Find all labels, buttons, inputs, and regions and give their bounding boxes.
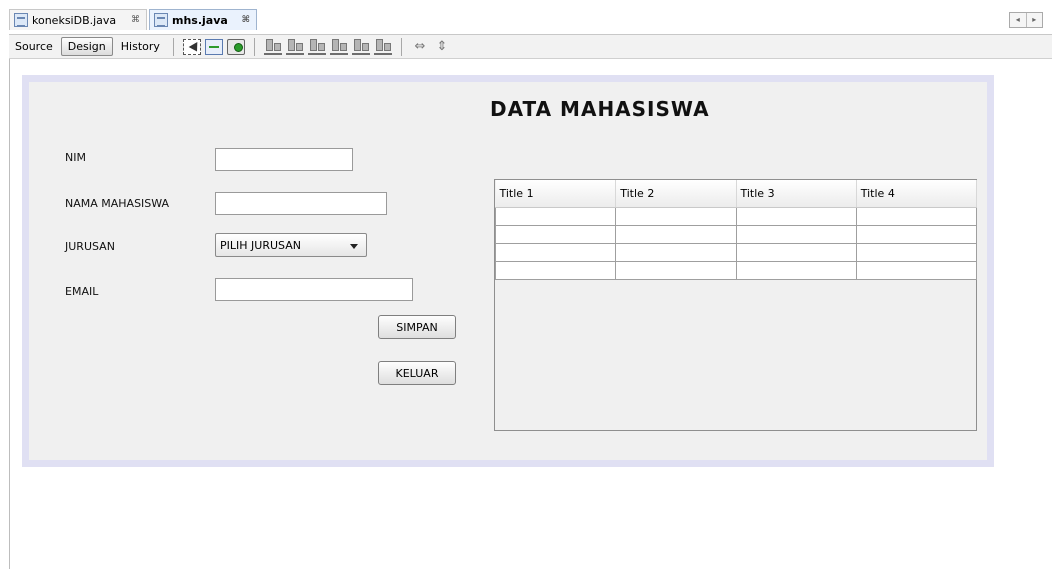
table-row[interactable] bbox=[494, 260, 978, 280]
table-cell[interactable] bbox=[855, 206, 978, 226]
table-cell[interactable] bbox=[494, 206, 617, 226]
table-cell[interactable] bbox=[615, 242, 737, 262]
table-cell[interactable] bbox=[735, 206, 857, 226]
table-cell[interactable] bbox=[855, 260, 978, 280]
nim-label: NIM bbox=[65, 151, 86, 164]
source-button[interactable]: Source bbox=[9, 37, 59, 56]
table-row[interactable] bbox=[494, 242, 978, 262]
center-vertically-icon[interactable] bbox=[373, 38, 392, 55]
jurusan-label: JURUSAN bbox=[65, 240, 115, 253]
table-header-row: Title 1 Title 2 Title 3 Title 4 bbox=[495, 180, 978, 208]
tab-scroll-controls: ◂ ▸ bbox=[1009, 12, 1043, 28]
editor-tab-bar: koneksiDB.java ⌘ mhs.java ⌘ ◂ ▸ bbox=[0, 0, 1052, 34]
tab-label: mhs.java bbox=[172, 13, 228, 27]
align-left-icon[interactable] bbox=[263, 38, 282, 55]
align-right-icon[interactable] bbox=[285, 38, 304, 55]
preview-design-icon[interactable] bbox=[226, 38, 245, 55]
table-header-title-1[interactable]: Title 1 bbox=[495, 180, 617, 208]
chevron-down-icon bbox=[350, 244, 358, 249]
table-cell[interactable] bbox=[615, 206, 737, 226]
table-cell[interactable] bbox=[615, 260, 737, 280]
tab-koneksidb[interactable]: koneksiDB.java ⌘ bbox=[9, 9, 147, 30]
simpan-button[interactable]: SIMPAN bbox=[378, 315, 456, 339]
jurusan-dropdown[interactable]: PILIH JURUSAN bbox=[215, 233, 367, 257]
keluar-button[interactable]: KELUAR bbox=[378, 361, 456, 385]
table-cell[interactable] bbox=[494, 224, 617, 244]
close-tab-icon[interactable]: ⌘ bbox=[125, 15, 140, 25]
table-cell[interactable] bbox=[855, 224, 978, 244]
editor-toolbar: Source Design History ⇔ ⇕ bbox=[9, 34, 1052, 59]
tab-mhs[interactable]: mhs.java ⌘ bbox=[149, 9, 257, 30]
nim-input[interactable] bbox=[215, 148, 353, 171]
nama-mahasiswa-label: NAMA MAHASISWA bbox=[65, 197, 170, 210]
table-header-title-2[interactable]: Title 2 bbox=[615, 180, 737, 208]
data-table[interactable]: Title 1 Title 2 Title 3 Title 4 bbox=[494, 179, 978, 431]
table-cell[interactable] bbox=[615, 224, 737, 244]
align-bottom-icon[interactable] bbox=[351, 38, 370, 55]
tab-scroll-left-icon[interactable]: ◂ bbox=[1010, 13, 1027, 27]
email-label: EMAIL bbox=[65, 285, 99, 298]
table-cell[interactable] bbox=[855, 242, 978, 262]
table-cell[interactable] bbox=[494, 242, 617, 262]
table-cell[interactable] bbox=[735, 242, 857, 262]
tab-label: koneksiDB.java bbox=[32, 13, 117, 27]
history-button[interactable]: History bbox=[115, 37, 166, 56]
table-cell[interactable] bbox=[735, 224, 857, 244]
design-button[interactable]: Design bbox=[60, 37, 113, 56]
table-cell[interactable] bbox=[735, 260, 857, 280]
form-title: DATA MAHASISWA bbox=[490, 97, 710, 121]
nama-mahasiswa-input[interactable] bbox=[215, 192, 387, 215]
editor-left-border bbox=[9, 59, 10, 569]
table-header-title-4[interactable]: Title 4 bbox=[856, 180, 978, 208]
toolbar-separator bbox=[400, 37, 402, 56]
data-table-grid: Title 1 Title 2 Title 3 Title 4 bbox=[494, 180, 978, 280]
toolbar-separator bbox=[172, 37, 174, 56]
table-header-title-3[interactable]: Title 3 bbox=[736, 180, 857, 208]
align-top-icon[interactable] bbox=[329, 38, 348, 55]
email-input[interactable] bbox=[215, 278, 413, 301]
connection-mode-icon[interactable] bbox=[204, 38, 223, 55]
java-form-file-icon bbox=[14, 13, 28, 27]
selection-mode-icon[interactable] bbox=[182, 38, 201, 55]
table-row[interactable] bbox=[494, 206, 978, 226]
horizontal-resize-icon[interactable]: ⇔ bbox=[411, 39, 429, 55]
toolbar-separator bbox=[253, 37, 255, 56]
table-row[interactable] bbox=[494, 224, 978, 244]
tab-scroll-right-icon[interactable]: ▸ bbox=[1027, 13, 1043, 27]
table-cell[interactable] bbox=[494, 260, 617, 280]
java-form-file-icon bbox=[154, 13, 168, 27]
vertical-resize-icon[interactable]: ⇕ bbox=[433, 39, 451, 55]
jurusan-selected-value: PILIH JURUSAN bbox=[220, 238, 301, 252]
center-horizontally-icon[interactable] bbox=[307, 38, 326, 55]
close-tab-icon[interactable]: ⌘ bbox=[236, 15, 250, 25]
